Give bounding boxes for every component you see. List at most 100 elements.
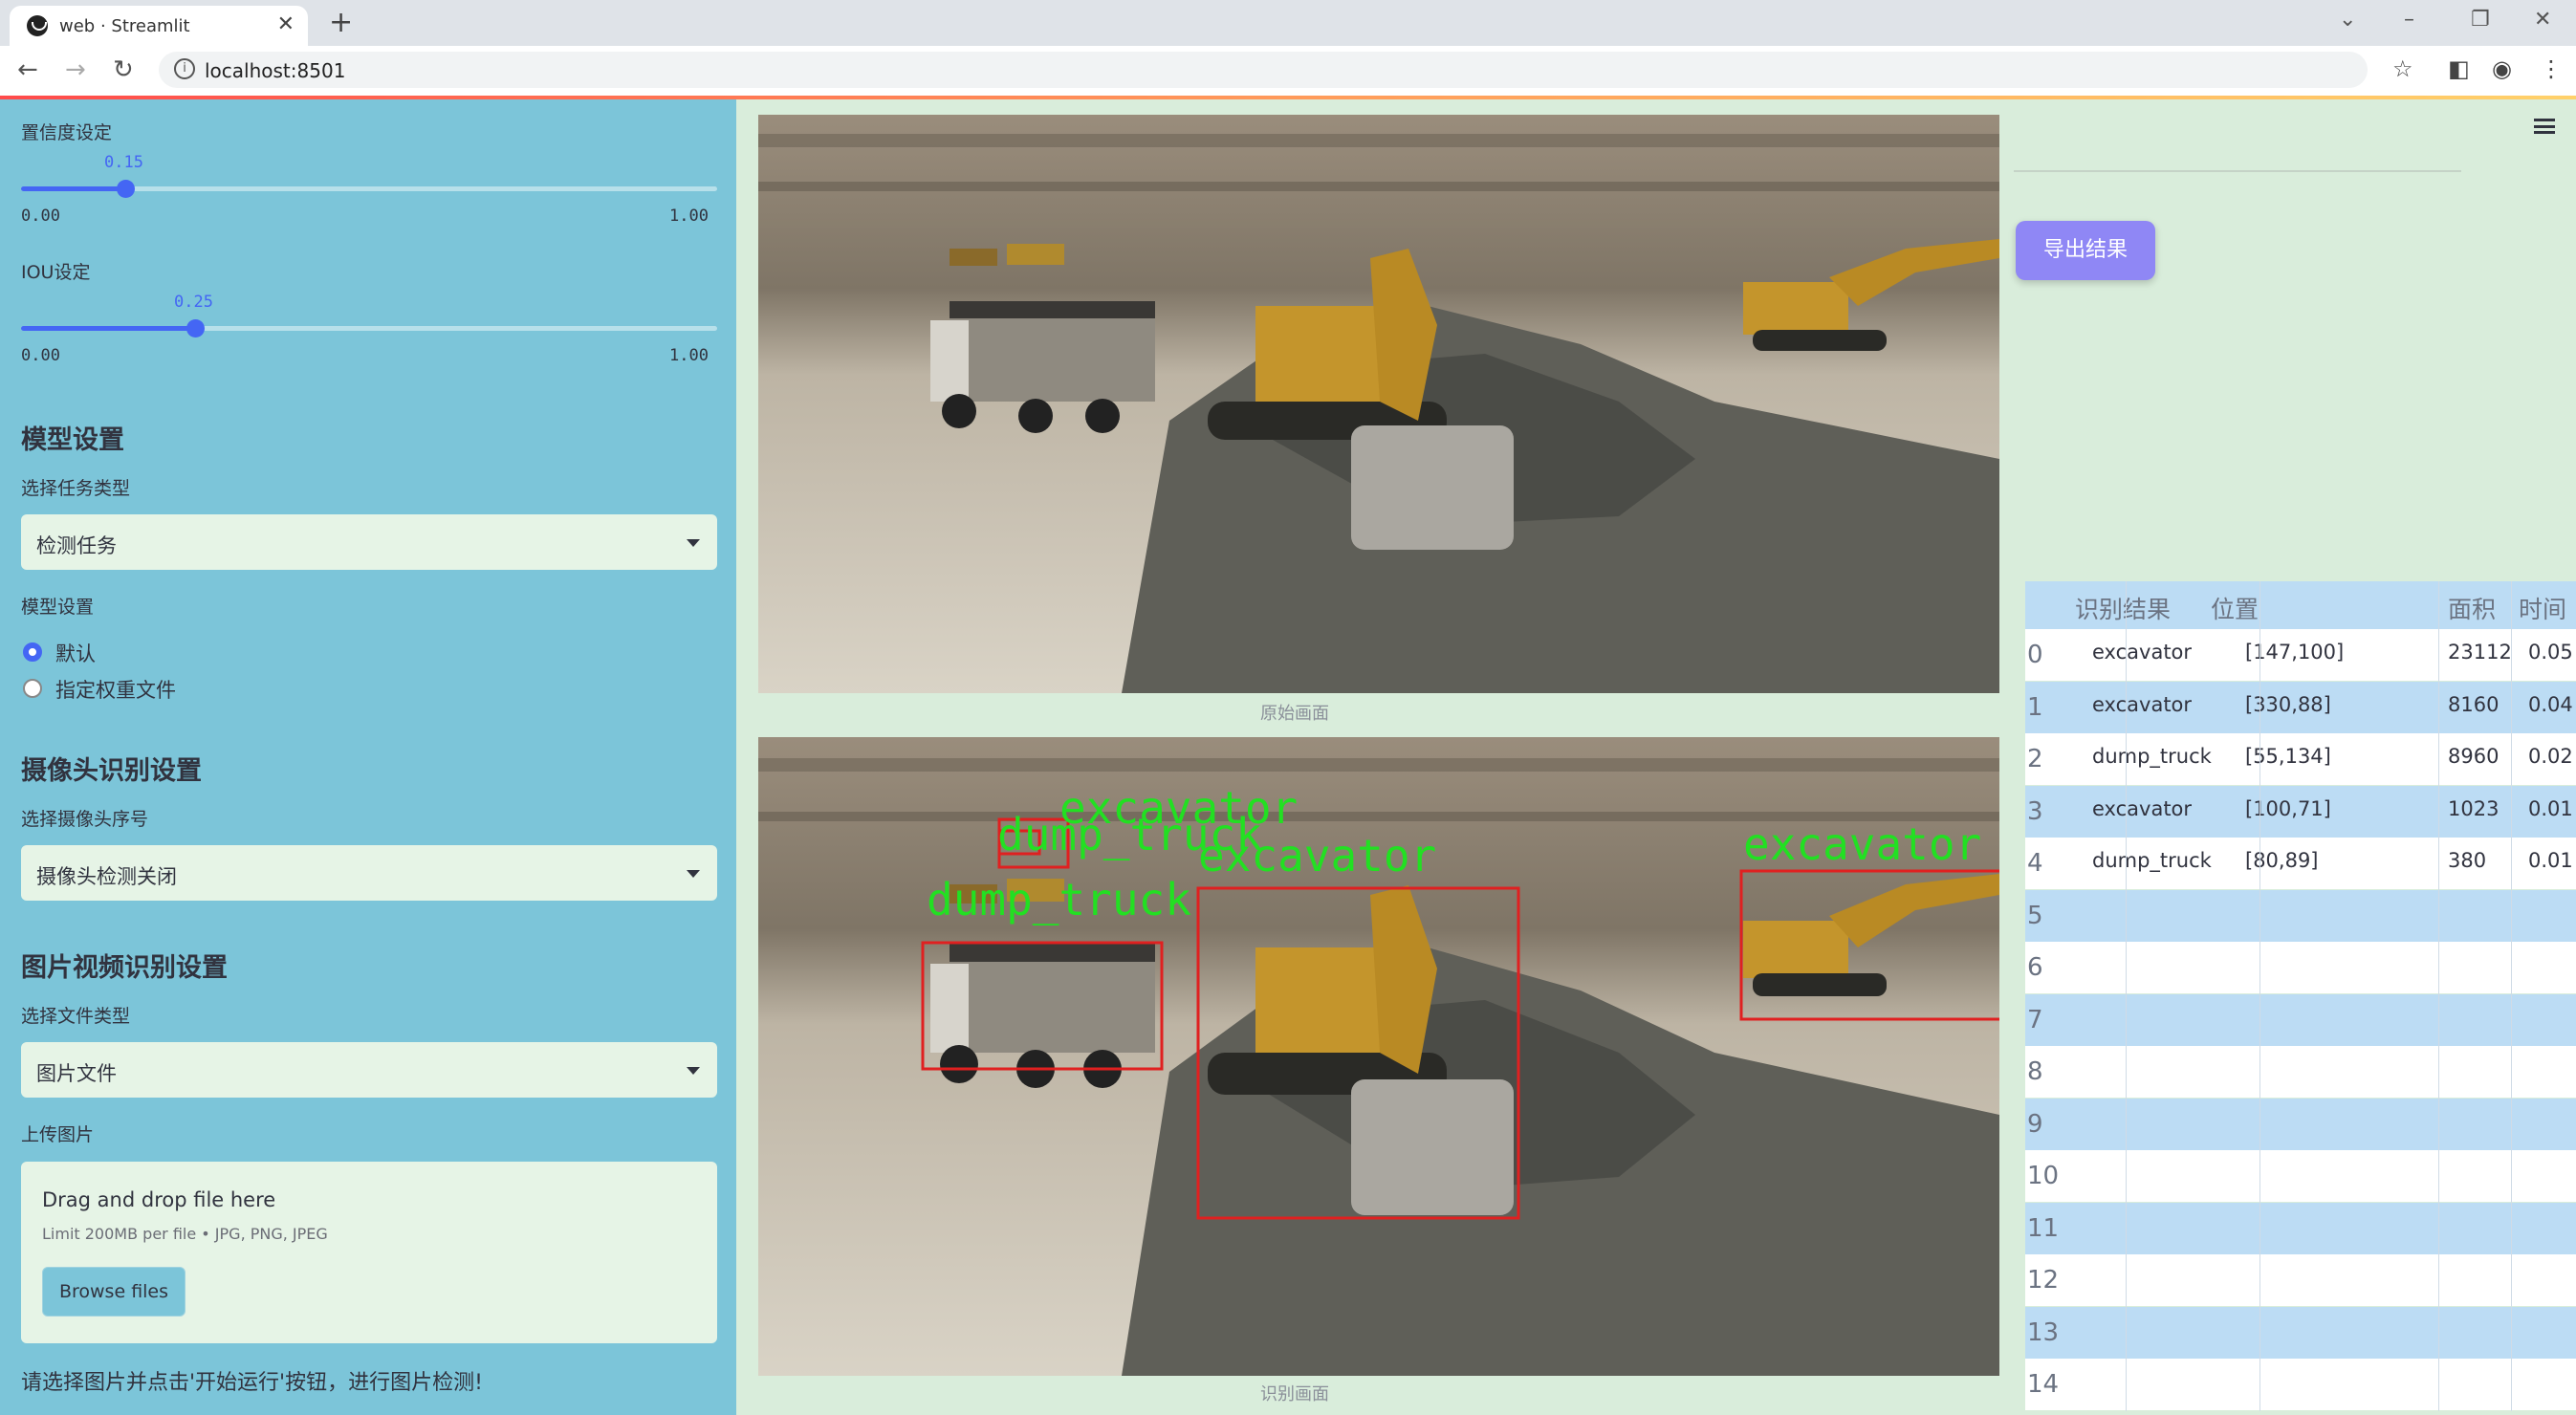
original-image bbox=[758, 115, 1999, 693]
iou-slider-thumb[interactable] bbox=[186, 319, 205, 337]
table-row[interactable]: 3 excavator [100,71] 1023 0.01 bbox=[2025, 785, 2576, 838]
header-position[interactable]: 位置 bbox=[2211, 591, 2259, 625]
cell-position: [100,71] bbox=[2245, 796, 2331, 820]
cell-result: dump_truck bbox=[2092, 745, 2212, 768]
tab-title: web · Streamlit bbox=[59, 16, 190, 36]
confidence-slider[interactable] bbox=[21, 180, 717, 198]
radio-default-label[interactable]: 默认 bbox=[55, 639, 96, 667]
row-index: 3 bbox=[2027, 796, 2043, 826]
divider bbox=[2014, 170, 2461, 172]
file-type-value: 图片文件 bbox=[36, 1062, 117, 1085]
window-close-icon[interactable]: ✕ bbox=[2534, 8, 2551, 32]
iou-max: 1.00 bbox=[669, 346, 709, 365]
table-row[interactable]: 5 bbox=[2025, 889, 2576, 942]
detection-label: excavator bbox=[1198, 830, 1436, 882]
table-row[interactable]: 0 excavator [147,100] 23112 0.05 bbox=[2025, 629, 2576, 681]
confidence-slider-thumb[interactable] bbox=[117, 180, 135, 198]
detection-label: excavator bbox=[1743, 818, 1981, 870]
column-divider bbox=[2259, 581, 2260, 1411]
table-row[interactable]: 12 bbox=[2025, 1254, 2576, 1306]
original-caption: 原始画面 bbox=[1260, 704, 1329, 724]
camera-section-title: 摄像头识别设置 bbox=[21, 756, 202, 786]
browser-address-bar: ← → ↻ i localhost:8501 ☆ ◧ ◉ ⋮ bbox=[0, 46, 2576, 96]
iou-slider-fill bbox=[21, 326, 195, 331]
header-time[interactable]: 时间 bbox=[2519, 591, 2566, 625]
task-type-value: 检测任务 bbox=[36, 534, 117, 557]
confidence-min: 0.00 bbox=[21, 207, 60, 226]
row-index: 12 bbox=[2027, 1266, 2060, 1295]
chevron-down-icon bbox=[687, 1067, 700, 1075]
table-row[interactable]: 7 bbox=[2025, 993, 2576, 1046]
table-row[interactable]: 1 excavator [330,88] 8160 0.04 bbox=[2025, 681, 2576, 733]
table-row[interactable]: 14 bbox=[2025, 1359, 2576, 1410]
iou-label: IOU设定 bbox=[21, 262, 91, 283]
row-index: 4 bbox=[2027, 849, 2043, 878]
table-row[interactable]: 13 bbox=[2025, 1306, 2576, 1359]
forward-icon[interactable]: → bbox=[65, 55, 86, 84]
browser-menu-icon[interactable]: ⋮ bbox=[2540, 55, 2563, 82]
reload-icon[interactable]: ↻ bbox=[113, 55, 134, 84]
side-panel-icon[interactable]: ◧ bbox=[2448, 55, 2470, 82]
chevron-down-icon bbox=[687, 539, 700, 547]
restore-icon[interactable]: ❐ bbox=[2471, 8, 2490, 32]
table-row[interactable]: 9 bbox=[2025, 1098, 2576, 1150]
site-info-icon[interactable]: i bbox=[174, 58, 195, 79]
header-result[interactable]: 识别结果 bbox=[2075, 591, 2171, 625]
browser-tab[interactable]: web · Streamlit ✕ bbox=[10, 6, 308, 46]
tab-close-icon[interactable]: ✕ bbox=[277, 12, 295, 36]
cell-position: [55,134] bbox=[2245, 745, 2331, 768]
url-field[interactable]: i localhost:8501 bbox=[159, 52, 2368, 88]
radio-default[interactable] bbox=[23, 642, 42, 662]
mining-scene-detected: excavator dump_truck excavator dump_truc… bbox=[758, 737, 1999, 1376]
header-area[interactable]: 面积 bbox=[2448, 591, 2496, 625]
browse-files-button[interactable]: Browse files bbox=[42, 1267, 186, 1317]
task-type-label: 选择任务类型 bbox=[21, 478, 131, 499]
table-row[interactable]: 8 bbox=[2025, 1046, 2576, 1098]
cell-time: 0.04 bbox=[2528, 692, 2573, 716]
cell-area: 380 bbox=[2448, 849, 2487, 872]
cell-time: 0.02 bbox=[2528, 745, 2573, 768]
file-type-select[interactable]: 图片文件 bbox=[21, 1042, 717, 1098]
row-index: 10 bbox=[2027, 1162, 2060, 1190]
cell-area: 8160 bbox=[2448, 692, 2500, 716]
cell-area: 1023 bbox=[2448, 796, 2500, 820]
confidence-value: 0.15 bbox=[104, 153, 143, 172]
profile-avatar-icon[interactable]: ◉ bbox=[2492, 55, 2512, 82]
file-type-label: 选择文件类型 bbox=[21, 1006, 131, 1027]
new-tab-icon[interactable]: + bbox=[329, 6, 353, 39]
row-index: 6 bbox=[2027, 953, 2043, 982]
cell-result: excavator bbox=[2092, 692, 2193, 716]
table-row[interactable]: 4 dump_truck [80,89] 380 0.01 bbox=[2025, 838, 2576, 889]
column-divider bbox=[2511, 581, 2512, 1411]
table-row[interactable]: 10 bbox=[2025, 1150, 2576, 1202]
minimize-icon[interactable]: – bbox=[2404, 8, 2414, 32]
radio-custom-weights-label[interactable]: 指定权重文件 bbox=[55, 675, 176, 704]
cell-area: 8960 bbox=[2448, 745, 2500, 768]
table-header: 识别结果 位置 面积 时间 bbox=[2025, 581, 2576, 629]
table-row[interactable]: 11 bbox=[2025, 1202, 2576, 1254]
upload-label: 上传图片 bbox=[21, 1124, 95, 1145]
task-type-select[interactable]: 检测任务 bbox=[21, 514, 717, 570]
bookmark-star-icon[interactable]: ☆ bbox=[2392, 55, 2413, 82]
radio-custom-weights[interactable] bbox=[23, 679, 42, 698]
camera-index-select[interactable]: 摄像头检测关闭 bbox=[21, 845, 717, 901]
table-row[interactable]: 2 dump_truck [55,134] 8960 0.02 bbox=[2025, 733, 2576, 785]
tab-search-chevron-icon[interactable]: ⌄ bbox=[2339, 8, 2356, 32]
dropzone-title: Drag and drop file here bbox=[42, 1188, 276, 1211]
row-index: 7 bbox=[2027, 1005, 2043, 1034]
cell-position: [330,88] bbox=[2245, 692, 2331, 716]
camera-index-value: 摄像头检测关闭 bbox=[36, 865, 177, 888]
back-icon[interactable]: ← bbox=[17, 55, 38, 84]
sidebar: 置信度设定 0.15 0.00 1.00 IOU设定 0.25 0.00 1.0… bbox=[0, 99, 736, 1415]
cell-area: 23112 bbox=[2448, 641, 2512, 664]
browser-tabbar: web · Streamlit ✕ + ⌄ – ❐ ✕ bbox=[0, 0, 2576, 46]
mining-scene-original bbox=[758, 115, 1999, 693]
hamburger-menu-icon[interactable] bbox=[2534, 119, 2555, 134]
table-row[interactable]: 6 bbox=[2025, 942, 2576, 993]
row-index: 0 bbox=[2027, 641, 2043, 669]
iou-slider[interactable] bbox=[21, 319, 717, 337]
dropzone-limit: Limit 200MB per file • JPG, PNG, JPEG bbox=[42, 1225, 328, 1243]
result-caption: 识别画面 bbox=[1260, 1384, 1329, 1404]
export-results-button[interactable]: 导出结果 bbox=[2016, 221, 2155, 280]
file-dropzone[interactable]: Drag and drop file here Limit 200MB per … bbox=[21, 1162, 717, 1343]
